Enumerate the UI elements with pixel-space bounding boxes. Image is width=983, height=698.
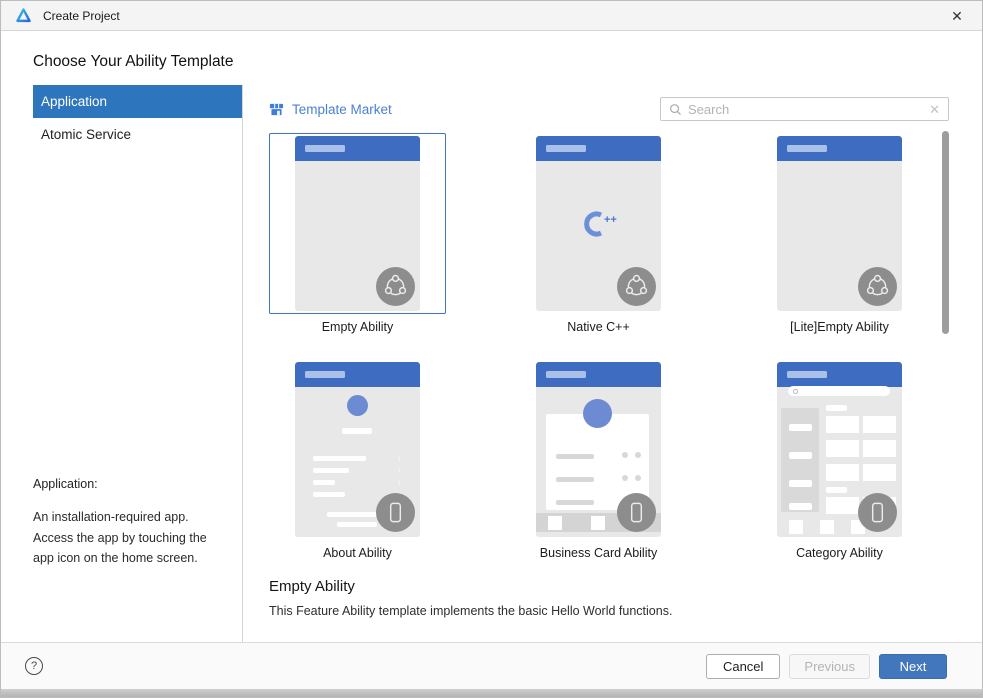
sidebar-item-application[interactable]: Application <box>33 85 242 118</box>
cancel-button[interactable]: Cancel <box>705 653 781 679</box>
card-label: Category Ability <box>796 546 883 560</box>
card-label: Empty Ability <box>321 320 394 334</box>
search-input[interactable] <box>688 101 924 117</box>
card-business-card-ability[interactable]: Business Card Ability <box>510 359 687 560</box>
phone-mockup <box>536 362 661 537</box>
card-lite-empty-ability[interactable]: [Lite]Empty Ability <box>751 133 928 334</box>
harmony-share-icon <box>617 267 656 306</box>
heading-row: Choose Your Ability Template <box>1 31 982 85</box>
cpp-logo-icon: ++ <box>575 208 623 240</box>
card-about-ability[interactable]: › › › › <box>269 359 446 560</box>
phone-icon <box>376 493 415 532</box>
title-bar: Create Project ✕ <box>1 1 982 31</box>
template-cards: Empty Ability ++ Native C++ [Lite]Empty … <box>243 133 982 560</box>
next-button[interactable]: Next <box>879 653 947 679</box>
storefront-icon <box>269 103 284 115</box>
window-title: Create Project <box>43 8 120 23</box>
template-market-label: Template Market <box>292 101 392 117</box>
previous-button[interactable]: Previous <box>789 653 870 679</box>
search-icon <box>670 103 681 115</box>
phone-icon <box>858 493 897 532</box>
main-panel: Template Market ✕ <box>243 85 982 642</box>
search-clear-icon[interactable]: ✕ <box>929 103 940 116</box>
page-title: Choose Your Ability Template <box>33 53 234 70</box>
phone-mockup: ++ <box>536 136 661 311</box>
footer: ? Cancel Previous Next <box>1 642 982 689</box>
card-category-ability[interactable]: Category Ability <box>751 359 928 560</box>
phone-mockup <box>777 136 902 311</box>
harmony-share-icon <box>376 267 415 306</box>
sidebar-info: Application: An installation-required ap… <box>1 477 242 642</box>
phone-mockup <box>295 136 420 311</box>
phone-icon <box>617 493 656 532</box>
card-label: About Ability <box>323 546 392 560</box>
scrollbar-thumb[interactable] <box>942 131 949 334</box>
info-text: An installation-required app. Access the… <box>33 510 207 566</box>
help-icon[interactable]: ? <box>25 657 43 675</box>
sidebar-item-atomic-service[interactable]: Atomic Service <box>33 118 242 151</box>
main-topbar: Template Market ✕ <box>269 97 949 121</box>
phone-mockup: › › › › <box>295 362 420 537</box>
sidebar-item-label: Application <box>41 94 108 109</box>
create-project-dialog: Create Project ✕ Choose Your Ability Tem… <box>0 0 983 698</box>
description-title: Empty Ability <box>269 578 355 595</box>
window-bottom-edge <box>1 689 982 697</box>
template-market-link[interactable]: Template Market <box>269 102 392 117</box>
search-box[interactable]: ✕ <box>660 97 949 121</box>
template-description: Empty Ability This Feature Ability templ… <box>243 578 982 618</box>
card-label: Business Card Ability <box>539 546 658 560</box>
info-title: Application: <box>33 477 98 492</box>
card-label: Native C++ <box>567 320 630 334</box>
card-label: [Lite]Empty Ability <box>790 320 889 334</box>
sidebar: Application Atomic Service Application: … <box>1 85 243 642</box>
card-empty-ability[interactable]: Empty Ability <box>269 133 446 334</box>
svg-text:++: ++ <box>604 214 617 226</box>
sidebar-item-label: Atomic Service <box>41 127 132 142</box>
harmony-share-icon <box>858 267 897 306</box>
close-icon[interactable]: ✕ <box>946 5 968 27</box>
deveco-logo-icon <box>15 7 32 24</box>
description-text: This Feature Ability template implements… <box>269 604 673 618</box>
card-native-cpp[interactable]: ++ Native C++ <box>510 133 687 334</box>
phone-mockup <box>777 362 902 537</box>
